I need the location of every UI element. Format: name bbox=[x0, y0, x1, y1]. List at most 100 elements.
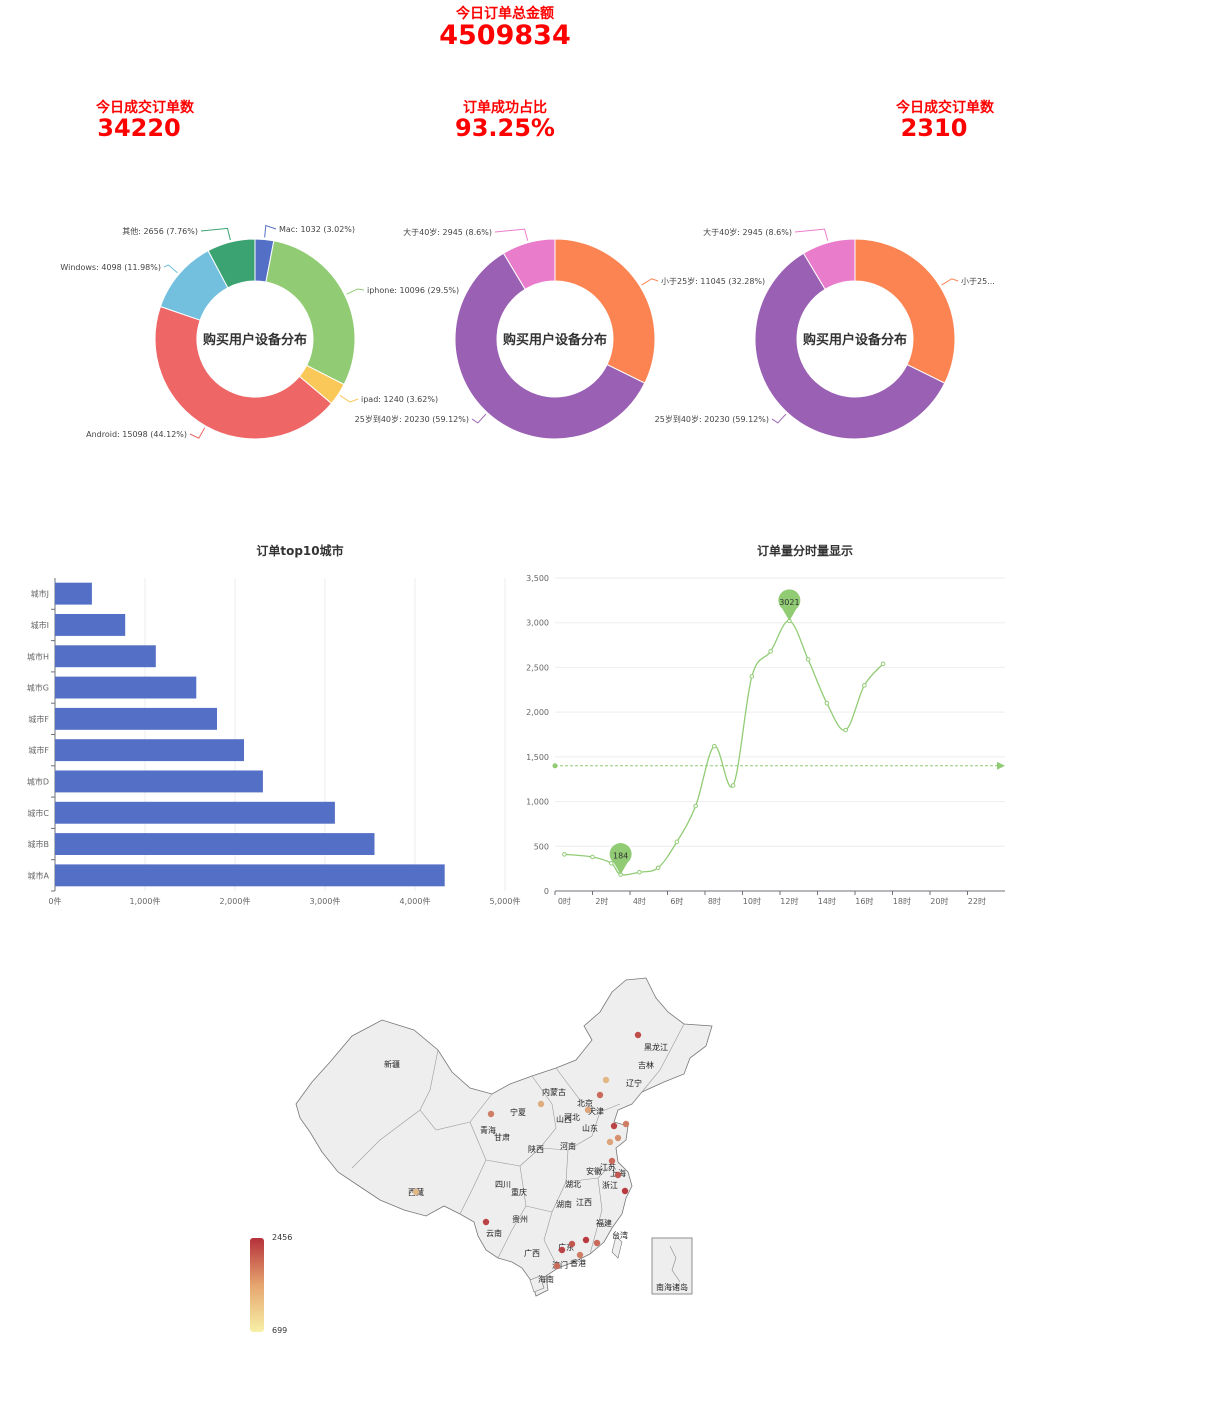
china-map: 新疆西藏青海甘肃宁夏内蒙古黑龙江吉林辽宁北京天津河北山西山东陕西河南四川重庆湖北… bbox=[250, 977, 713, 1335]
line-series bbox=[564, 620, 884, 876]
line-x-tick: 0时 bbox=[558, 896, 571, 906]
pie-label-line bbox=[794, 228, 829, 241]
map-data-point bbox=[487, 1110, 495, 1118]
bar-y-tick: 城市H bbox=[27, 651, 49, 661]
pie-label: 其他: 2656 (7.76%) bbox=[122, 226, 198, 236]
line-y-tick: 3,000 bbox=[526, 619, 549, 628]
line-point bbox=[637, 869, 642, 875]
line-x-tick: 12时 bbox=[780, 896, 798, 906]
bar-x-tick: 3,000件 bbox=[310, 896, 341, 906]
line-chart-title: 订单量分时量显示 bbox=[757, 543, 853, 558]
line-x-tick: 14时 bbox=[818, 896, 836, 906]
line-point bbox=[674, 839, 680, 845]
province-label: 陕西 bbox=[528, 1144, 544, 1154]
line-x-tick: 18时 bbox=[893, 896, 911, 906]
bar-y-tick: 城市D bbox=[27, 776, 49, 786]
bar bbox=[55, 582, 92, 605]
line-x-tick: 8时 bbox=[708, 896, 721, 906]
line-x-tick: 22时 bbox=[968, 896, 986, 906]
pie-label-line bbox=[339, 395, 359, 403]
pie-label-line bbox=[200, 227, 231, 241]
map-data-point bbox=[582, 1236, 590, 1244]
bar-y-tick: 城市F bbox=[28, 714, 49, 724]
province-label: 新疆 bbox=[384, 1059, 400, 1069]
line-point bbox=[749, 674, 755, 679]
line-y-tick: 1,000 bbox=[526, 798, 549, 807]
line-point bbox=[693, 803, 698, 809]
line-y-tick: 0 bbox=[544, 887, 549, 896]
bar bbox=[55, 739, 244, 762]
province-label: 重庆 bbox=[511, 1187, 527, 1197]
map-data-point bbox=[610, 1122, 618, 1130]
pie-label: 小于25... bbox=[961, 277, 995, 286]
line-y-tick: 1,500 bbox=[526, 753, 549, 762]
pie-label: iphone: 10096 (29.5%) bbox=[367, 286, 459, 295]
province-label: 广西 bbox=[524, 1248, 540, 1258]
province-label: 福建 bbox=[596, 1218, 612, 1228]
map-data-point bbox=[558, 1246, 566, 1254]
bar bbox=[55, 801, 335, 824]
line-x-tick: 2时 bbox=[595, 896, 608, 906]
average-line-arrow bbox=[997, 761, 1005, 770]
pie-label: 大于40岁: 2945 (8.6%) bbox=[403, 227, 492, 237]
bar bbox=[55, 864, 445, 887]
line-x-tick: 10时 bbox=[743, 896, 761, 906]
pie-label: 25岁到40岁: 20230 (59.12%) bbox=[355, 414, 469, 424]
line-point bbox=[768, 649, 773, 654]
pie-label: 大于40岁: 2945 (8.6%) bbox=[703, 227, 792, 237]
province-label: 吉林 bbox=[638, 1060, 654, 1070]
bar-x-tick: 4,000件 bbox=[400, 896, 431, 906]
bar-y-tick: 城市A bbox=[28, 870, 50, 880]
map-data-point bbox=[576, 1251, 584, 1259]
line-point bbox=[805, 657, 811, 662]
pie-center-title: 购买用户设备分布 bbox=[203, 332, 307, 348]
pie-label: Windows: 4098 (11.98%) bbox=[60, 263, 161, 272]
bar bbox=[55, 676, 197, 699]
province-label: 辽宁 bbox=[626, 1078, 642, 1088]
pie-label: 25岁到40岁: 20230 (59.12%) bbox=[655, 414, 769, 424]
bar bbox=[55, 645, 156, 668]
province-label: 山东 bbox=[582, 1123, 598, 1133]
line-x-tick: 4时 bbox=[633, 896, 646, 906]
line-point bbox=[712, 743, 717, 749]
line-y-tick: 3,500 bbox=[526, 574, 549, 583]
pie-label-line bbox=[641, 278, 659, 286]
map-data-point bbox=[596, 1091, 604, 1099]
line-y-tick: 2,500 bbox=[526, 663, 549, 672]
pie-slice bbox=[854, 238, 956, 384]
line-x-tick: 16时 bbox=[855, 896, 873, 906]
map-legend-min: 699 bbox=[272, 1326, 287, 1335]
province-label: 湖南 bbox=[556, 1199, 572, 1209]
max-marker-label: 3021 bbox=[779, 598, 799, 607]
pie-label-line bbox=[189, 427, 206, 439]
map-data-point bbox=[412, 1188, 420, 1196]
map-data-point bbox=[593, 1239, 601, 1247]
province-label: 台湾 bbox=[612, 1230, 628, 1240]
bar-x-tick: 2,000件 bbox=[220, 896, 251, 906]
pie-slice bbox=[265, 240, 356, 386]
province-label: 贵州 bbox=[512, 1214, 528, 1224]
map-data-point bbox=[621, 1187, 629, 1195]
line-y-tick: 500 bbox=[534, 842, 549, 851]
line-x-tick: 20时 bbox=[930, 896, 948, 906]
map-data-point bbox=[553, 1262, 561, 1270]
line-x-tick: 6时 bbox=[670, 896, 683, 906]
map-data-point bbox=[602, 1076, 610, 1084]
line-point bbox=[655, 865, 661, 871]
pie-center-title: 购买用户设备分布 bbox=[503, 332, 607, 348]
map-data-point bbox=[482, 1218, 490, 1226]
min-marker-label: 184 bbox=[613, 852, 628, 861]
province-label: 黑龙江 bbox=[644, 1042, 668, 1052]
map-data-point bbox=[614, 1171, 622, 1179]
line-point bbox=[880, 661, 886, 667]
bar-y-tick: 城市I bbox=[31, 620, 49, 630]
map-data-point bbox=[537, 1100, 545, 1108]
province-label: 湖北 bbox=[565, 1180, 581, 1189]
pie-label-line bbox=[264, 224, 277, 238]
bar bbox=[55, 613, 126, 636]
average-line-start bbox=[552, 763, 558, 769]
bar-y-tick: 城市B bbox=[28, 839, 50, 849]
line-point bbox=[590, 854, 595, 860]
line-y-tick: 2,000 bbox=[526, 708, 549, 717]
province-label: 南海诸岛 bbox=[656, 1282, 688, 1292]
